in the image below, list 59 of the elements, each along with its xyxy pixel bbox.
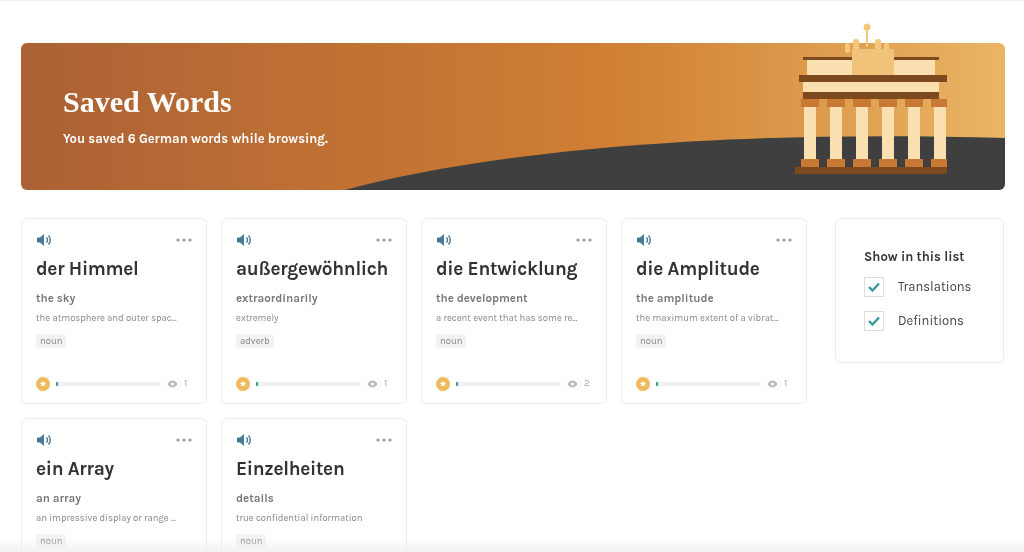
part-of-speech-tag: noun bbox=[636, 334, 667, 349]
definition-text: an impressive display or range ... bbox=[36, 510, 177, 525]
more-icon[interactable] bbox=[776, 238, 792, 242]
eye-icon bbox=[767, 379, 778, 388]
word-title: die Amplitude bbox=[636, 257, 761, 282]
more-icon[interactable] bbox=[376, 438, 392, 442]
definition-text: a recent event that has some re... bbox=[436, 310, 579, 325]
translation-text: extraordinarily bbox=[236, 289, 319, 307]
translation-text: the sky bbox=[36, 289, 77, 307]
part-of-speech-tag: noun bbox=[236, 534, 267, 549]
speaker-icon[interactable] bbox=[236, 433, 252, 447]
speaker-icon[interactable] bbox=[236, 233, 252, 247]
eye-icon bbox=[367, 379, 378, 388]
check-icon bbox=[868, 281, 880, 292]
banner-title: Saved Words bbox=[63, 87, 233, 117]
more-icon[interactable] bbox=[176, 238, 192, 242]
checkbox[interactable] bbox=[864, 276, 884, 297]
part-of-speech-tag: adverb bbox=[236, 334, 274, 349]
word-title: der Himmel bbox=[36, 257, 140, 282]
word-title: Einzelheiten bbox=[236, 457, 346, 482]
definition-text: the maximum extent of a vibrat... bbox=[636, 310, 780, 325]
more-icon[interactable] bbox=[376, 238, 392, 242]
check-icon bbox=[868, 315, 880, 326]
option-label[interactable]: Definitions bbox=[898, 310, 964, 331]
view-count: 1 bbox=[784, 376, 789, 391]
word-title: die Entwicklung bbox=[436, 257, 579, 282]
word-card[interactable]: die Amplitude the amplitude the maximum extent of a vibrat... noun 1 bbox=[621, 218, 807, 404]
view-count: 1 bbox=[384, 376, 389, 391]
speaker-icon[interactable] bbox=[36, 233, 52, 247]
part-of-speech-tag: noun bbox=[36, 334, 67, 349]
word-card[interactable]: Einzelheiten details true confidential information noun bbox=[221, 418, 407, 552]
view-count: 1 bbox=[184, 376, 189, 391]
option-label[interactable]: Translations bbox=[898, 276, 972, 297]
word-card[interactable]: die Entwicklung the development a recent event that has some re... noun 2 bbox=[421, 218, 607, 404]
more-icon[interactable] bbox=[576, 238, 592, 242]
speaker-icon[interactable] bbox=[36, 433, 52, 447]
word-card[interactable]: ein Array an array an impressive display or range ... noun bbox=[21, 418, 207, 552]
definition-text: the atmosphere and outer spac... bbox=[36, 310, 178, 325]
translation-text: details bbox=[236, 489, 275, 507]
banner-subtitle: You saved 6 German words while browsing. bbox=[63, 130, 329, 148]
eye-icon bbox=[167, 379, 178, 388]
more-icon[interactable] bbox=[176, 438, 192, 442]
definition-text: true confidential information bbox=[236, 510, 364, 525]
definition-text: extremely bbox=[236, 310, 280, 325]
speaker-icon[interactable] bbox=[636, 233, 652, 247]
part-of-speech-tag: noun bbox=[36, 534, 67, 549]
view-count: 2 bbox=[584, 376, 591, 391]
word-card[interactable]: außergewöhnlich extraordinarily extremely adverb 1 bbox=[221, 218, 407, 404]
word-title: ein Array bbox=[36, 457, 115, 482]
filter-title: Show in this list bbox=[864, 248, 966, 266]
word-card[interactable]: der Himmel the sky the atmosphere and outer spac... noun 1 bbox=[21, 218, 207, 404]
word-title: außergewöhnlich bbox=[236, 257, 390, 282]
speaker-icon[interactable] bbox=[436, 233, 452, 247]
translation-text: the development bbox=[436, 289, 529, 307]
part-of-speech-tag: noun bbox=[436, 334, 467, 349]
eye-icon bbox=[567, 379, 578, 388]
checkbox[interactable] bbox=[864, 310, 884, 331]
translation-text: the amplitude bbox=[636, 289, 715, 307]
translation-text: an array bbox=[36, 489, 83, 507]
